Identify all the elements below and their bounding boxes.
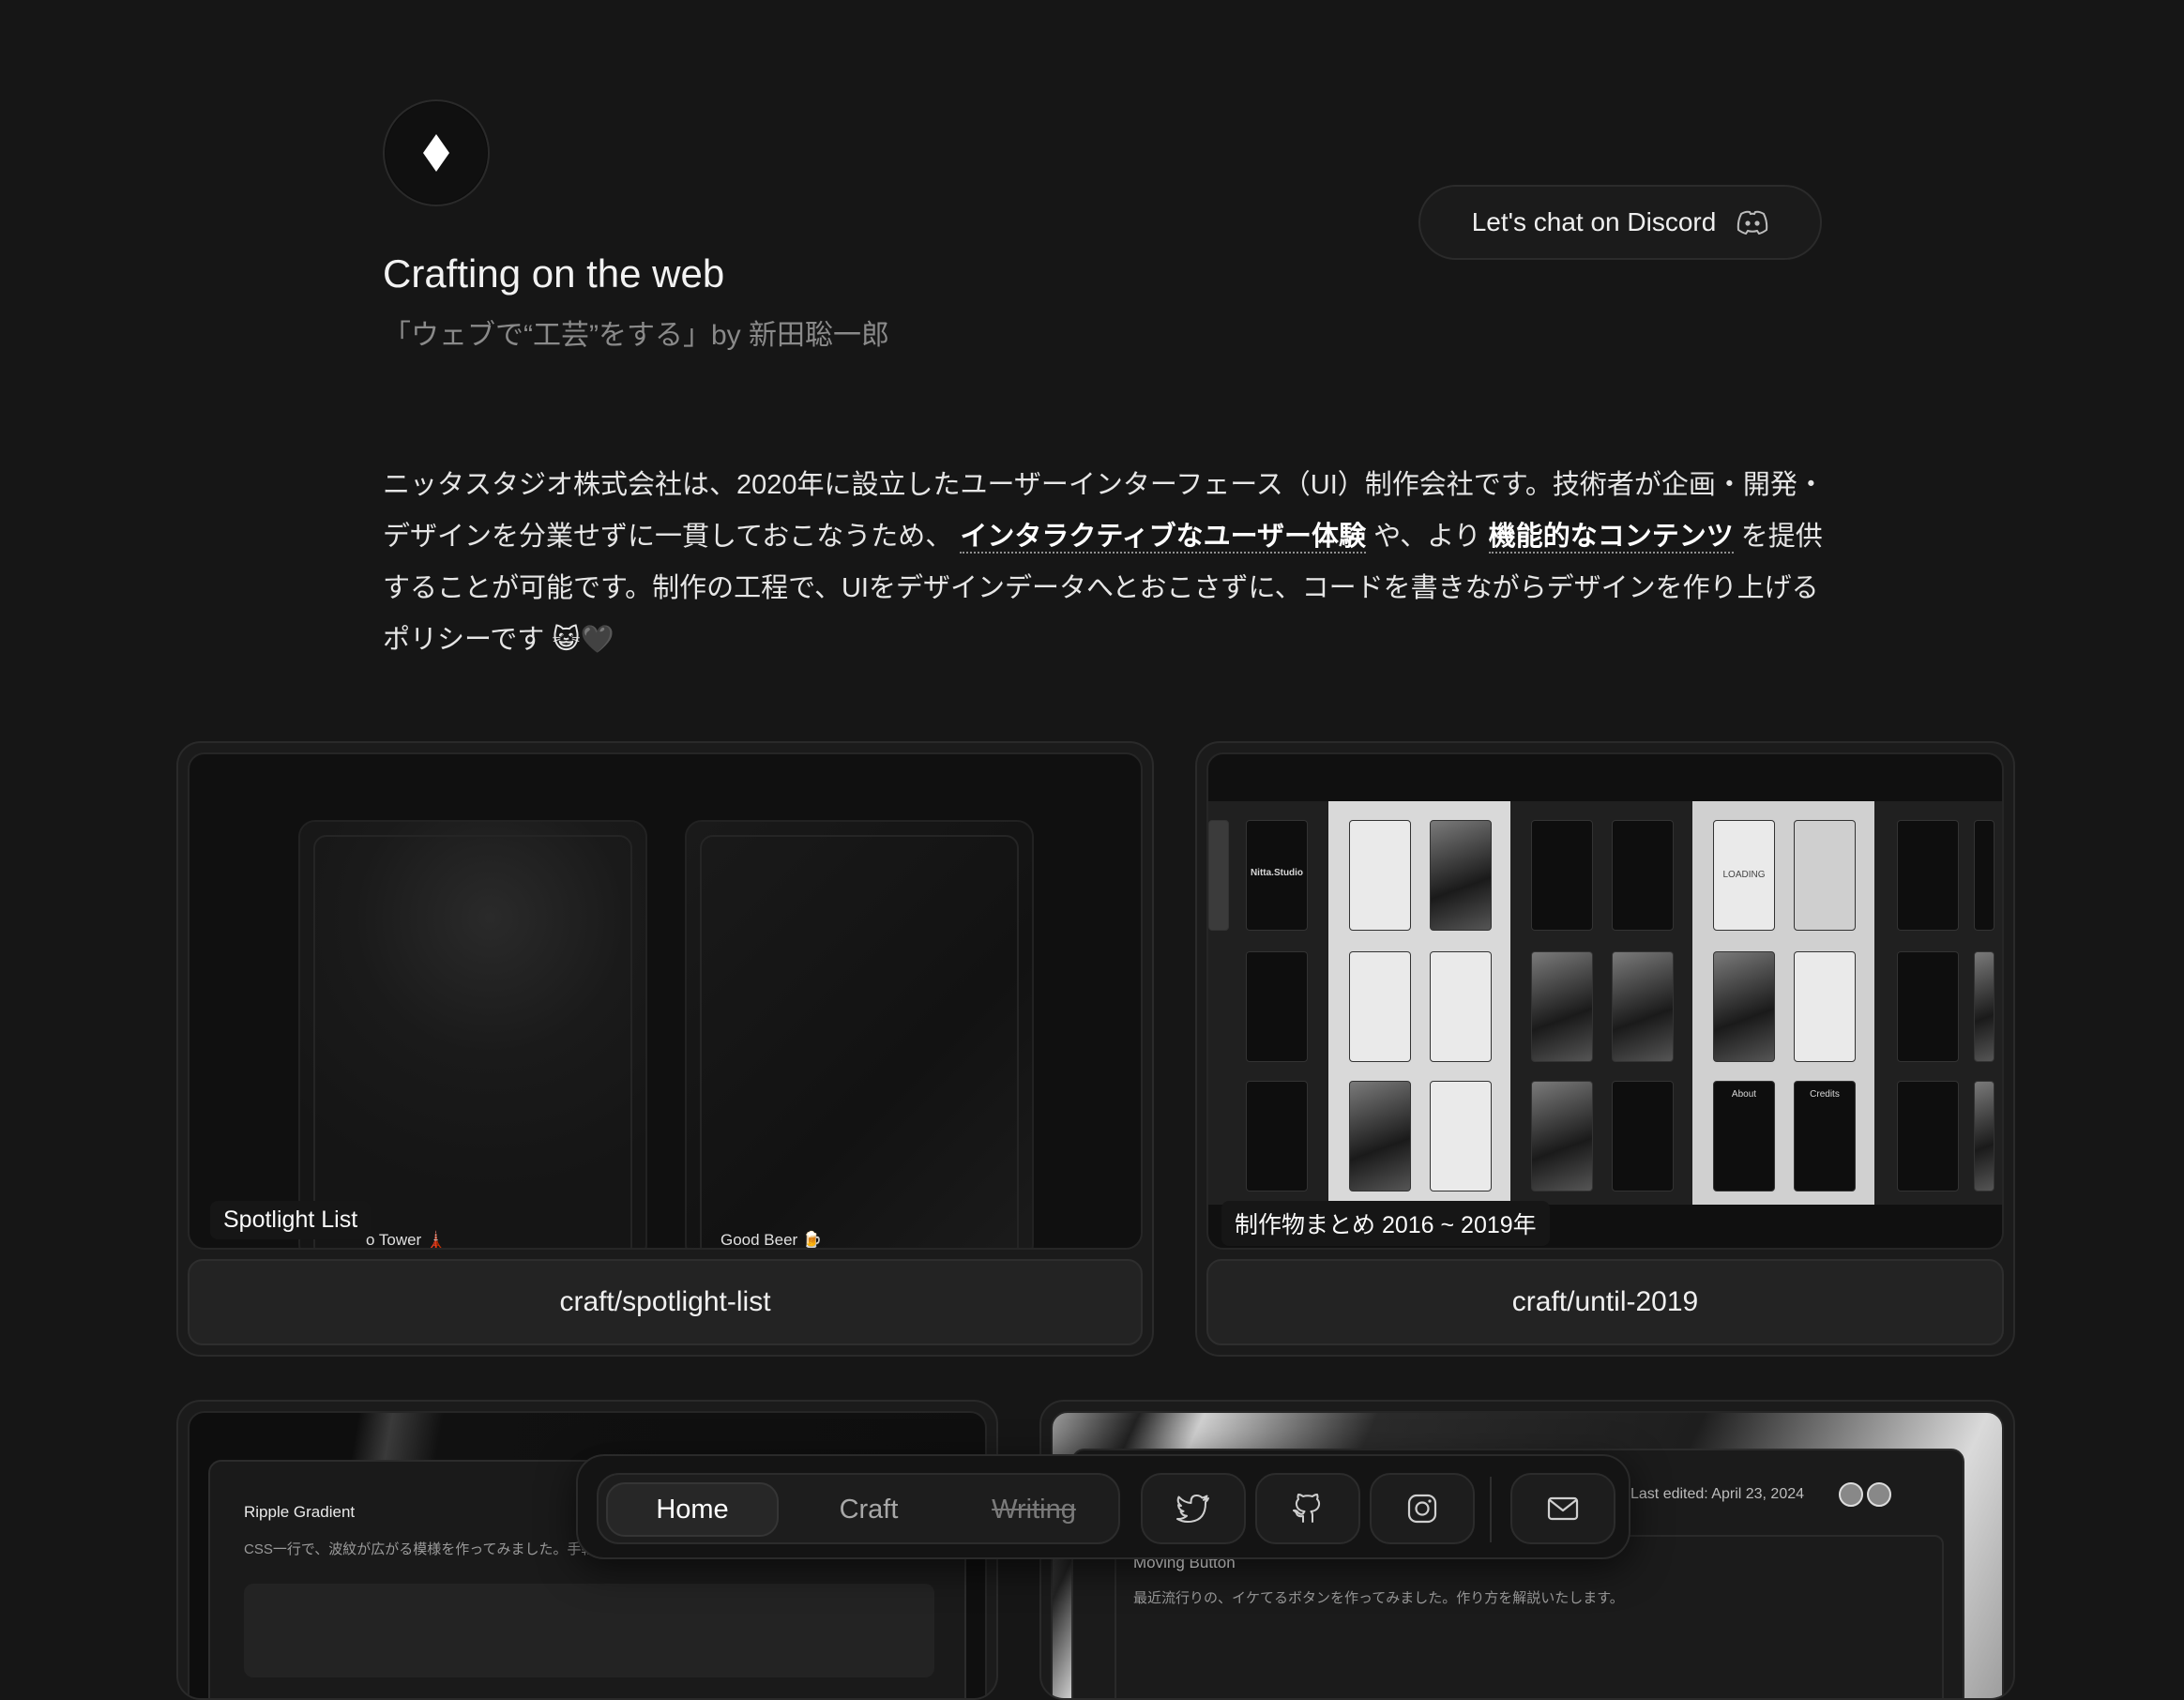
tile-text-loading: LOADING	[1722, 870, 1766, 880]
dock-divider	[1490, 1477, 1492, 1542]
intro-text-2: や、より	[1373, 522, 1481, 552]
discord-button-label: Let's chat on Discord	[1471, 207, 1717, 236]
twitter-button[interactable]	[1141, 1473, 1246, 1544]
floating-nav-dock: Home Craft Writing	[576, 1454, 1630, 1559]
preview-badge: Spotlight List	[210, 1201, 372, 1239]
avatar	[1867, 1482, 1891, 1507]
mini-caption-beer: Good Beer 🍺	[720, 1231, 823, 1249]
works-collage: Nitta.Studio LOADING About Credits	[1208, 801, 2002, 1205]
page-title: Crafting on the web	[383, 251, 725, 296]
github-icon	[1293, 1494, 1321, 1523]
interactive-ux-link[interactable]: インタラクティブなユーザー体験	[960, 522, 1367, 554]
nav-craft[interactable]: Craft	[786, 1482, 951, 1537]
avatar	[1839, 1482, 1863, 1507]
mini-caption-tower: o Tower 🗼	[366, 1231, 447, 1249]
card-label[interactable]: craft/until-2019	[1206, 1259, 2004, 1345]
card-label[interactable]: craft/spotlight-list	[188, 1259, 1143, 1345]
mail-button[interactable]	[1510, 1473, 1615, 1544]
spotlight-mini-card-tower: o Tower 🗼	[298, 820, 647, 1249]
tile-text-credits: Credits	[1810, 1089, 1840, 1100]
instagram-button[interactable]	[1370, 1473, 1475, 1544]
discord-icon	[1737, 210, 1768, 235]
nav-home[interactable]: Home	[606, 1482, 779, 1537]
last-edited: Last edited: April 23, 2024	[1630, 1486, 1805, 1502]
twitter-icon	[1176, 1495, 1209, 1523]
discord-button[interactable]: Let's chat on Discord	[1418, 185, 1822, 260]
functional-content-link[interactable]: 機能的なコンテンツ	[1488, 522, 1734, 554]
tile-text-nitta: Nitta.Studio	[1250, 868, 1304, 878]
tile-text-about: About	[1731, 1089, 1757, 1100]
diamond-icon	[423, 134, 449, 172]
instagram-icon	[1407, 1494, 1437, 1524]
card-title: Ripple Gradient	[244, 1503, 356, 1521]
intro-paragraph: ニッタスタジオ株式会社は、2020年に設立したユーザーインターフェース（UI）制…	[383, 460, 1828, 666]
preview-badge: 制作物まとめ 2016 ~ 2019年	[1221, 1201, 1550, 1246]
card-description: 最近流行りの、イケてるボタンを作ってみました。作り方を解説いたします。	[1133, 1590, 1624, 1606]
craft-card-until-2019[interactable]: Nitta.Studio LOADING About Credits 制作物まと…	[1195, 741, 2015, 1357]
nav-writing[interactable]: Writing	[951, 1482, 1116, 1537]
spotlight-mini-card-beer: Good Beer 🍺	[685, 820, 1034, 1249]
intro-emoji: 😺🖤	[552, 625, 614, 655]
page-subtitle: 「ウェブで“工芸”をする」by 新田聡一郎	[383, 320, 889, 351]
nav-pill: Home Craft Writing	[597, 1473, 1120, 1544]
mail-icon	[1547, 1496, 1579, 1521]
craft-card-spotlight-list[interactable]: o Tower 🗼 Good Beer 🍺 Spotlight List cra…	[176, 741, 1154, 1357]
until-2019-preview: Nitta.Studio LOADING About Credits 制作物まと…	[1206, 752, 2004, 1250]
github-button[interactable]	[1255, 1473, 1360, 1544]
spotlight-list-preview: o Tower 🗼 Good Beer 🍺 Spotlight List	[188, 752, 1143, 1250]
logo[interactable]	[383, 99, 490, 206]
